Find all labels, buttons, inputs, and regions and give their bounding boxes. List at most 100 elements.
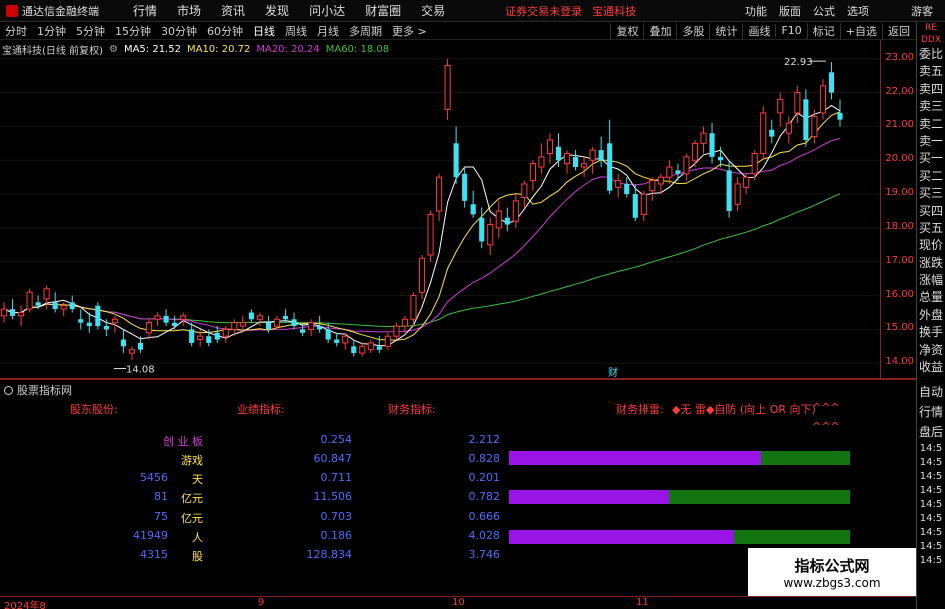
candle-body	[743, 176, 750, 188]
period-1min[interactable]: 1分钟	[32, 23, 71, 39]
menu-caifuquan[interactable]: 财富圈	[355, 2, 411, 19]
time-label-sep: 9	[258, 597, 265, 608]
side-quote-item[interactable]: 买五	[917, 220, 945, 237]
side-quote-item[interactable]: 委比	[917, 46, 945, 63]
side-quote-item[interactable]: 涨幅	[917, 272, 945, 289]
row-label: 天	[192, 473, 203, 486]
price-tick: 18.00	[885, 220, 914, 232]
candle-body	[785, 122, 792, 134]
candle-body	[803, 99, 809, 140]
candle-body	[487, 224, 494, 246]
candle-body	[657, 176, 664, 185]
period-daily[interactable]: 日线	[248, 23, 280, 39]
candlestick-chart[interactable]: 22.93 14.08 财	[0, 40, 880, 378]
side-quote-item[interactable]: 卖二	[917, 116, 945, 133]
side-quote-item[interactable]: 净资	[917, 342, 945, 359]
guest-user[interactable]: 游客	[911, 3, 933, 19]
side-quote-item[interactable]: 卖三	[917, 98, 945, 115]
period-30min[interactable]: 30分钟	[156, 23, 202, 39]
indicator-settings-icon[interactable]	[4, 385, 13, 395]
side-quote-item[interactable]: 总量	[917, 289, 945, 306]
candle-body	[172, 322, 178, 327]
current-stock: 宝通科技	[592, 4, 637, 18]
multi-stock-button[interactable]: 多股	[676, 22, 709, 39]
header-finance: 财务指标:	[388, 403, 436, 416]
legend-ma5: MA5: 21.52	[123, 44, 181, 55]
price-tick: 16.00	[885, 288, 914, 300]
menu-zixun[interactable]: 资讯	[211, 2, 255, 19]
period-multi[interactable]: 多周期	[344, 23, 387, 39]
side-lower-item[interactable]: 自动	[917, 382, 945, 402]
side-lower-item[interactable]: 行情	[917, 402, 945, 422]
side-time-item[interactable]: 14:5	[917, 498, 945, 512]
side-quote-item[interactable]: 外盘	[917, 307, 945, 324]
side-time-item[interactable]: 14:5	[917, 554, 945, 568]
menu-jiaoyi[interactable]: 交易	[411, 2, 455, 19]
period-weekly[interactable]: 周线	[280, 23, 312, 39]
menu-banmian[interactable]: 版面	[773, 3, 807, 19]
menu-wenxiaoda[interactable]: 问小达	[299, 2, 355, 19]
candle-body	[325, 329, 331, 340]
candle-body	[607, 143, 613, 191]
back-button[interactable]: 返回	[882, 22, 915, 39]
side-quote-item[interactable]: 现价	[917, 237, 945, 254]
price-tick: 23.00	[885, 51, 914, 63]
side-quote-item[interactable]: 涨跌	[917, 255, 945, 272]
menu-gongshi[interactable]: 公式	[807, 3, 841, 19]
candle-body	[418, 257, 426, 293]
side-quote-item[interactable]: 换手	[917, 324, 945, 341]
stats-button[interactable]: 统计	[709, 22, 742, 39]
side-quote-item[interactable]: 收益	[917, 359, 945, 376]
period-more[interactable]: 更多 >	[387, 23, 432, 39]
period-60min[interactable]: 60分钟	[202, 23, 248, 39]
side-quote-item[interactable]: 卖四	[917, 81, 945, 98]
candle-body	[9, 309, 16, 316]
candle-body	[351, 346, 357, 354]
candle-body	[145, 322, 153, 334]
mark-button[interactable]: 标记	[806, 22, 840, 39]
period-fenshi[interactable]: 分时	[0, 23, 32, 39]
header-shareholder: 股东股份:	[70, 403, 118, 416]
menu-hangqing[interactable]: 行情	[123, 2, 167, 19]
risk-text: ◆无 雷◆自防 (向上 OR 向下)	[672, 403, 816, 416]
row-value-1: 5456	[140, 471, 168, 484]
menu-shichang[interactable]: 市场	[167, 2, 211, 19]
price-tick: 20.00	[885, 153, 914, 165]
settings-icon[interactable]: ⚙	[109, 44, 118, 55]
add-favorite-button[interactable]: +自选	[839, 22, 882, 39]
candle-body	[43, 288, 50, 300]
side-quote-item[interactable]: 买三	[917, 185, 945, 202]
period-monthly[interactable]: 月线	[312, 23, 344, 39]
menu-faxian[interactable]: 发现	[255, 2, 299, 19]
side-time-item[interactable]: 14:5	[917, 442, 945, 456]
side-quote-item[interactable]: 卖五	[917, 63, 945, 80]
menu-gongneng[interactable]: 功能	[739, 3, 773, 19]
period-15min[interactable]: 15分钟	[110, 23, 156, 39]
f10-button[interactable]: F10	[775, 24, 806, 37]
fuquan-button[interactable]: 复权	[610, 22, 643, 39]
side-quote-item[interactable]: 买四	[917, 203, 945, 220]
side-time-item[interactable]: 14:5	[917, 512, 945, 526]
side-time-item[interactable]: 14:5	[917, 470, 945, 484]
header-performance: 业绩指标:	[237, 403, 285, 416]
row-value-2: 0.186	[320, 529, 353, 542]
login-status[interactable]: 证券交易未登录	[505, 3, 582, 19]
overlay-button[interactable]: 叠加	[643, 22, 676, 39]
panel-separator[interactable]	[0, 378, 916, 380]
period-5min[interactable]: 5分钟	[71, 23, 110, 39]
candle-body	[479, 217, 485, 242]
side-time-item[interactable]: 14:5	[917, 540, 945, 554]
side-lower-item[interactable]: 盘后	[917, 422, 945, 442]
risk-marks: ^^^	[812, 401, 840, 414]
side-time-item[interactable]: 14:5	[917, 484, 945, 498]
side-quote-item[interactable]: 买一	[917, 150, 945, 167]
side-quote-item[interactable]: 卖一	[917, 133, 945, 150]
menu-xuanxiang[interactable]: 选项	[841, 3, 875, 19]
side-quote-item[interactable]: 买二	[917, 168, 945, 185]
candle-body	[769, 129, 775, 137]
side-time-item[interactable]: 14:5	[917, 456, 945, 470]
ma20-line	[3, 137, 841, 333]
candle-body	[35, 302, 41, 306]
draw-line-button[interactable]: 画线	[742, 22, 775, 39]
side-time-item[interactable]: 14:5	[917, 526, 945, 540]
